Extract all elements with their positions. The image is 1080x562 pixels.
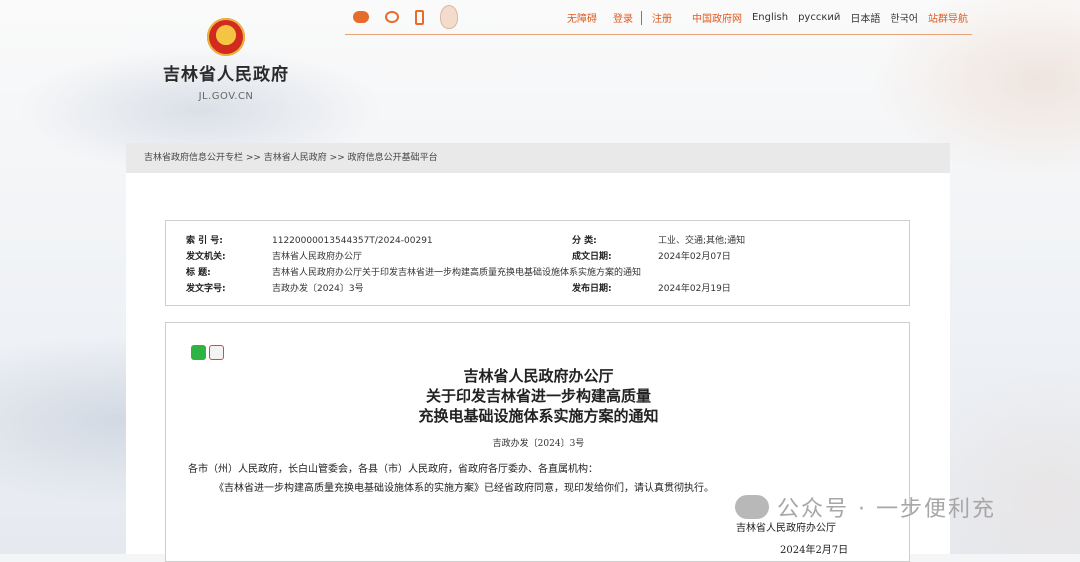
weibo-share-icon[interactable]: [209, 345, 224, 360]
article-paragraph: 《吉林省进一步构建高质量充换电基础设施体系的实施方案》已经省政府同意，现印发给你…: [214, 483, 714, 494]
top-bar: 无障碍 登录 注册 中国政府网 English русский 日本語 한국어 …: [345, 0, 972, 35]
article-paragraph: 各市（州）人民政府，长白山管委会，各县（市）人民政府，省政府各厅委办、各直属机构…: [188, 464, 598, 475]
site-logo[interactable]: 吉林省人民政府 JL.GOV.CN: [162, 18, 290, 102]
english-link[interactable]: English: [752, 12, 788, 23]
article-body: 吉林省人民政府办公厅 关于印发吉林省进一步构建高质量 充换电基础设施体系实施方案…: [165, 322, 910, 562]
publish-value: 2024年02月19日: [658, 284, 731, 294]
mascot-icon[interactable]: [440, 5, 458, 29]
national-emblem-icon: [207, 18, 245, 56]
korean-link[interactable]: 한국어: [890, 10, 918, 25]
docno-label: 发文字号:: [186, 284, 226, 294]
watermark: 公众号 · 一步便利充: [735, 491, 996, 523]
article-doc-number: 吉政办发〔2024〕3号: [492, 439, 585, 449]
site-name: 吉林省人民政府: [163, 65, 289, 85]
index-label: 索 引 号:: [186, 236, 223, 246]
weibo-icon[interactable]: [385, 11, 399, 23]
watermark-text: 公众号 · 一步便利充: [777, 497, 996, 522]
breadcrumb[interactable]: 吉林省政府信息公开专栏 >> 吉林省人民政府 >> 政府信息公开基础平台: [126, 143, 950, 173]
issuer-value: 吉林省人民政府办公厅: [272, 252, 363, 262]
title-line-3: 充换电基础设施体系实施方案的通知: [418, 407, 659, 425]
wechat-share-icon[interactable]: [191, 345, 206, 360]
divider: [640, 10, 642, 25]
register-link[interactable]: 注册: [652, 10, 672, 25]
accessibility-link[interactable]: 无障碍: [567, 10, 597, 25]
china-gov-link[interactable]: 中国政府网: [692, 10, 742, 25]
index-value: 11220000013544357T/2024-00291: [272, 236, 433, 246]
wechat-watermark-icon: [735, 495, 769, 519]
title-line-1: 吉林省人民政府办公厅: [463, 367, 614, 385]
date-value: 2024年02月07日: [658, 252, 731, 262]
issuer-label: 发文机关:: [186, 252, 226, 262]
mobile-icon[interactable]: [415, 9, 424, 25]
article-title: 吉林省人民政府办公厅 关于印发吉林省进一步构建高质量 充换电基础设施体系实施方案…: [166, 366, 911, 426]
wechat-icon[interactable]: [353, 11, 369, 23]
site-nav-link[interactable]: 站群导航: [928, 10, 968, 25]
site-domain: JL.GOV.CN: [198, 91, 254, 102]
title-line-2: 关于印发吉林省进一步构建高质量: [425, 387, 651, 405]
date-label: 成文日期:: [572, 252, 612, 262]
publish-label: 发布日期:: [572, 284, 612, 294]
share-icons: [353, 5, 458, 29]
title-label: 标 题:: [186, 268, 211, 278]
docno-value: 吉政办发〔2024〕3号: [272, 284, 364, 294]
document-info-box: 索 引 号: 11220000013544357T/2024-00291 分 类…: [165, 220, 910, 306]
japanese-link[interactable]: 日本語: [850, 10, 880, 25]
title-value: 吉林省人民政府办公厅关于印发吉林省进一步构建高质量充换电基础设施体系实施方案的通…: [272, 268, 642, 278]
category-label: 分 类:: [572, 236, 597, 246]
top-links: 无障碍 登录 注册 中国政府网 English русский 日本語 한국어 …: [557, 10, 968, 25]
login-link[interactable]: 登录: [613, 10, 633, 25]
category-value: 工业、交通;其他;通知: [658, 236, 746, 246]
article-share: [191, 345, 224, 360]
russian-link[interactable]: русский: [798, 12, 840, 23]
